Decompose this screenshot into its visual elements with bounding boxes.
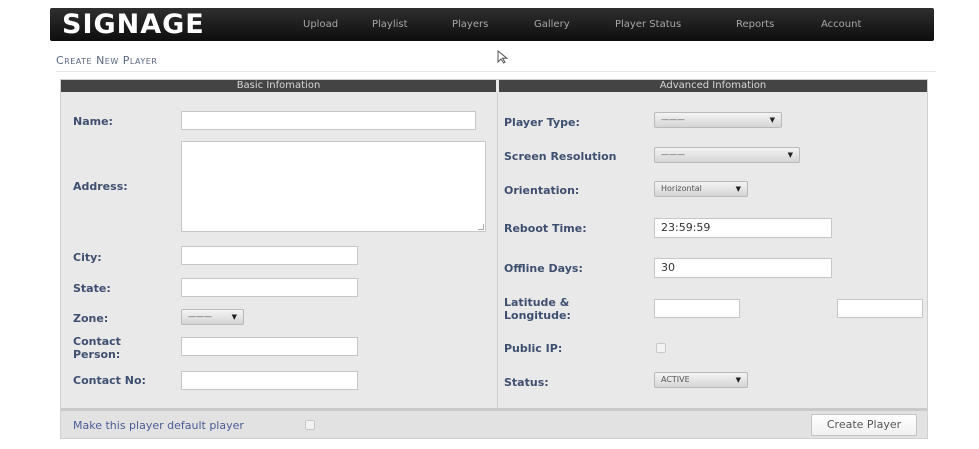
address-label: Address:	[73, 180, 128, 193]
basic-info-header: Basic Infomation	[61, 80, 496, 92]
address-textarea[interactable]	[181, 141, 486, 232]
player-type-select[interactable]: ——— ▼	[654, 112, 782, 128]
screen-resolution-label: Screen Resolution	[504, 150, 617, 163]
screen-resolution-value: ———	[661, 150, 685, 159]
app-logo[interactable]: SIGNAGE	[62, 9, 205, 40]
reboot-time-label: Reboot Time:	[504, 222, 587, 235]
name-input[interactable]	[181, 111, 476, 130]
nav-gallery[interactable]: Gallery	[534, 8, 570, 41]
title-divider	[56, 71, 936, 72]
player-type-label: Player Type:	[504, 116, 580, 129]
default-player-checkbox[interactable]	[305, 420, 315, 430]
offline-days-input[interactable]: 30	[654, 258, 832, 278]
nav-account[interactable]: Account	[821, 8, 861, 41]
public-ip-checkbox[interactable]	[656, 343, 666, 353]
column-divider	[497, 92, 498, 410]
zone-value: ———	[188, 312, 212, 321]
name-label: Name:	[73, 115, 113, 128]
latitude-longitude-label: Latitude & Longitude:	[504, 296, 571, 322]
state-input[interactable]	[181, 278, 358, 297]
page-title: Create New Player	[56, 54, 158, 67]
state-label: State:	[73, 282, 111, 295]
advanced-info-header: Advanced Infomation	[499, 80, 927, 92]
player-type-value: ———	[661, 115, 685, 124]
status-value: ACTIVE	[661, 375, 690, 384]
contact-no-input[interactable]	[181, 371, 358, 390]
resize-handle-icon[interactable]	[478, 224, 484, 230]
dropdown-arrow-icon: ▼	[769, 116, 775, 124]
dropdown-arrow-icon: ▼	[735, 185, 741, 193]
contact-person-label: Contact Person:	[73, 335, 121, 361]
top-navigation-bar: SIGNAGE Upload Playlist Players Gallery …	[50, 8, 934, 41]
offline-days-label: Offline Days:	[504, 262, 583, 275]
city-input[interactable]	[181, 246, 358, 265]
form-footer: Make this player default player Create P…	[61, 408, 927, 438]
contact-no-label: Contact No:	[73, 374, 146, 387]
zone-label: Zone:	[73, 312, 109, 325]
create-player-button[interactable]: Create Player	[811, 414, 917, 436]
orientation-label: Orientation:	[504, 184, 580, 197]
contact-person-input[interactable]	[181, 337, 358, 356]
city-label: City:	[73, 251, 102, 264]
longitude-input[interactable]	[837, 299, 923, 318]
nav-reports[interactable]: Reports	[736, 8, 774, 41]
dropdown-arrow-icon: ▼	[787, 151, 793, 159]
create-player-form: Basic Infomation Advanced Infomation Nam…	[60, 79, 928, 439]
mouse-pointer-icon	[497, 50, 509, 64]
screen-resolution-select[interactable]: ——— ▼	[654, 147, 800, 163]
nav-player-status[interactable]: Player Status	[615, 8, 681, 41]
default-player-label: Make this player default player	[73, 419, 244, 432]
status-select[interactable]: ACTIVE ▼	[654, 372, 748, 388]
nav-players[interactable]: Players	[452, 8, 488, 41]
reboot-time-input[interactable]: 23:59:59	[654, 218, 832, 238]
orientation-value: Horizontal	[661, 184, 702, 193]
nav-playlist[interactable]: Playlist	[372, 8, 408, 41]
status-label: Status:	[504, 376, 549, 389]
dropdown-arrow-icon: ▼	[231, 313, 237, 321]
nav-upload[interactable]: Upload	[303, 8, 338, 41]
public-ip-label: Public IP:	[504, 342, 563, 355]
latitude-input[interactable]	[654, 299, 740, 318]
dropdown-arrow-icon: ▼	[735, 376, 741, 384]
orientation-select[interactable]: Horizontal ▼	[654, 181, 748, 197]
zone-select[interactable]: ——— ▼	[181, 309, 244, 325]
